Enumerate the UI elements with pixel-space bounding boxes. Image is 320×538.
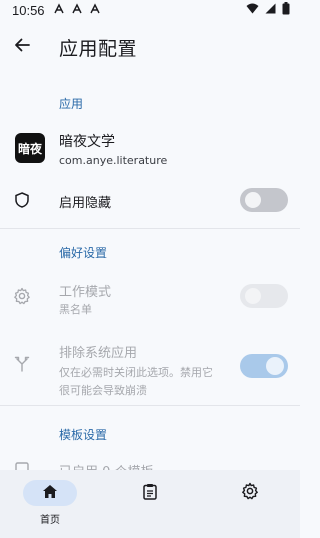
nav-label-home: 首页 (40, 515, 60, 526)
clipboard-icon (143, 483, 157, 504)
arrow-left-icon (14, 37, 30, 57)
app-info-text: 暗夜文学 com.anye.literature (59, 131, 167, 169)
fork-icon (12, 354, 32, 374)
a-icon (89, 2, 101, 18)
hide-toggle[interactable] (240, 188, 288, 212)
status-right-icons (246, 2, 290, 18)
exclude-system-desc-2: 很可能会导致崩溃 (59, 384, 147, 397)
hide-label: 启用隐藏 (59, 196, 112, 211)
toggle-knob (245, 288, 261, 304)
exclude-system-desc-1: 仅在必需时关闭此选项。禁用它 (59, 366, 213, 379)
nav-pill (23, 480, 77, 506)
section-header-templates: 模板设置 (59, 428, 108, 442)
signal-icon (265, 3, 276, 17)
exclude-system-row[interactable]: 排除系统应用 仅在必需时关闭此选项。禁用它 很可能会导致崩溃 (0, 338, 300, 399)
shield-icon (12, 190, 32, 210)
app-bar: 应用配置 (0, 24, 300, 70)
work-mode-row[interactable]: 工作模式 黑名单 (0, 275, 300, 317)
nav-pill (223, 480, 277, 506)
section-header-prefs: 偏好设置 (59, 246, 108, 260)
hide-text: 启用隐藏 (59, 192, 111, 211)
nav-item-templates[interactable] (100, 470, 200, 538)
toggle-knob (245, 192, 261, 208)
status-bar: 10:56 (0, 0, 300, 20)
exclude-system-label: 排除系统应用 (59, 346, 138, 361)
status-time: 10:56 (12, 2, 45, 18)
app-info-row[interactable]: 暗夜 暗夜文学 com.anye.literature (0, 125, 300, 171)
wifi-icon (246, 3, 259, 17)
work-mode-text: 工作模式 黑名单 (59, 281, 111, 318)
gear-icon (241, 482, 259, 504)
gear-icon (12, 286, 32, 306)
nav-pill (123, 480, 177, 506)
a-icon (71, 2, 83, 18)
nav-item-settings[interactable] (200, 470, 300, 538)
page-title: 应用配置 (59, 37, 138, 60)
notification-icons (53, 2, 101, 18)
exclude-system-toggle[interactable] (240, 354, 288, 378)
battery-icon (282, 2, 290, 18)
bottom-nav: 首页 (0, 470, 300, 538)
section-header-app: 应用 (59, 97, 84, 111)
app-name: 暗夜文学 (59, 134, 115, 150)
back-button[interactable] (0, 25, 44, 69)
divider (0, 228, 300, 229)
app-package: com.anye.literature (59, 154, 168, 167)
exclude-system-text: 排除系统应用 仅在必需时关闭此选项。禁用它 很可能会导致崩溃 (59, 342, 213, 399)
home-icon (42, 484, 58, 503)
work-mode-value: 黑名单 (59, 303, 92, 316)
work-mode-toggle[interactable] (240, 284, 288, 308)
nav-item-home[interactable]: 首页 (0, 470, 100, 538)
app-icon-text: 暗夜 (17, 141, 42, 156)
divider (0, 405, 300, 406)
app-icon: 暗夜 (15, 133, 45, 163)
hide-row[interactable]: 启用隐藏 (0, 182, 300, 218)
toggle-knob (266, 357, 284, 375)
work-mode-label: 工作模式 (59, 285, 112, 300)
a-icon (53, 2, 65, 18)
